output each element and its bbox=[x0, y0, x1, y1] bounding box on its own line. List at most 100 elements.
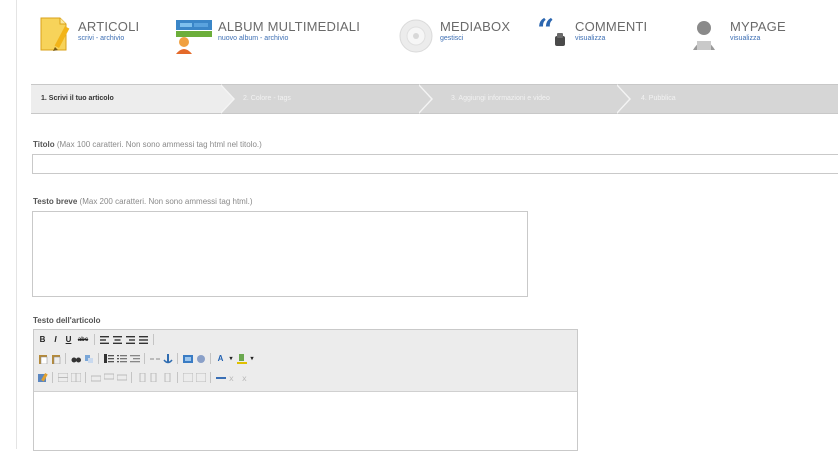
nav-album-title[interactable]: ALBUM MULTIMEDIALI bbox=[218, 20, 360, 34]
table-button[interactable] bbox=[57, 372, 68, 383]
link-button[interactable] bbox=[149, 353, 160, 364]
align-center-button[interactable] bbox=[112, 334, 123, 345]
media-icon bbox=[196, 354, 205, 363]
step-4[interactable]: 4. Pubblica bbox=[641, 85, 761, 113]
align-left-icon bbox=[100, 335, 109, 344]
media-button[interactable] bbox=[195, 353, 206, 364]
titolo-label: Titolo (Max 100 caratteri. Non sono amme… bbox=[33, 140, 262, 149]
replace-button[interactable] bbox=[83, 353, 94, 364]
delete-col-icon bbox=[164, 373, 170, 382]
font-color-button[interactable]: A bbox=[215, 353, 226, 364]
font-color-dropdown[interactable]: ▾ bbox=[228, 353, 234, 364]
row-before-button[interactable] bbox=[90, 372, 101, 383]
font-color-icon: A bbox=[217, 354, 224, 363]
step-separator-fill bbox=[419, 86, 431, 112]
align-left-button[interactable] bbox=[99, 334, 110, 345]
nav-mediabox-sub[interactable]: gestisci bbox=[440, 34, 510, 43]
col-before-icon bbox=[139, 373, 145, 382]
subscript-button[interactable]: x bbox=[228, 372, 239, 383]
testo-articolo-label: Testo dell'articolo bbox=[33, 316, 101, 325]
toolbar-row-1: B I U abc bbox=[34, 330, 577, 349]
italic-icon: I bbox=[54, 335, 57, 344]
toolbar-separator bbox=[98, 353, 99, 364]
step-2[interactable]: 2. Colore - tags bbox=[243, 85, 413, 113]
find-button[interactable] bbox=[70, 353, 81, 364]
edit-html-button[interactable] bbox=[37, 372, 48, 383]
document-pencil-icon bbox=[38, 14, 74, 54]
nav-album-multimediali[interactable]: ALBUM MULTIMEDIALI nuovo album - archivi… bbox=[172, 14, 360, 58]
highlight-color-dropdown[interactable]: ▾ bbox=[249, 353, 255, 364]
align-right-button[interactable] bbox=[125, 334, 136, 345]
nav-album-sub[interactable]: nuovo album - archivio bbox=[218, 34, 360, 43]
step-separator-fill bbox=[221, 86, 233, 112]
delete-col-button[interactable] bbox=[162, 372, 173, 383]
toolbar-separator bbox=[52, 372, 53, 383]
toolbar-row-3: x x bbox=[34, 368, 577, 387]
toolbar-separator bbox=[85, 372, 86, 383]
step-1[interactable]: 1. Scrivi il tuo articolo bbox=[31, 85, 221, 113]
paste-button[interactable] bbox=[37, 353, 48, 364]
toolbar-separator bbox=[177, 372, 178, 383]
delete-row-button[interactable] bbox=[116, 372, 127, 383]
nav-mypage[interactable]: MYPAGE visualizza bbox=[690, 14, 786, 58]
editor-toolbar: B I U abc A ▾ ▾ x x bbox=[34, 330, 577, 392]
testo-breve-hint: (Max 200 caratteri. Non sono ammessi tag… bbox=[77, 197, 253, 206]
unordered-list-icon bbox=[103, 354, 114, 363]
toolbar-separator bbox=[144, 353, 145, 364]
user-icon bbox=[690, 14, 726, 54]
nav-mediabox-title[interactable]: MEDIABOX bbox=[440, 20, 510, 34]
image-button[interactable] bbox=[182, 353, 193, 364]
anchor-icon bbox=[162, 353, 173, 363]
italic-button[interactable]: I bbox=[50, 334, 61, 345]
bold-button[interactable]: B bbox=[37, 334, 48, 345]
testo-breve-label-strong: Testo breve bbox=[33, 197, 78, 206]
binoculars-icon bbox=[71, 357, 81, 362]
split-cells-icon bbox=[182, 373, 193, 382]
nav-commenti-title[interactable]: COMMENTI bbox=[575, 20, 647, 34]
col-before-button[interactable] bbox=[136, 372, 147, 383]
titolo-hint: (Max 100 caratteri. Non sono ammessi tag… bbox=[54, 140, 262, 149]
nav-commenti[interactable]: “ COMMENTI visualizza bbox=[535, 13, 647, 58]
row-after-button[interactable] bbox=[103, 372, 114, 383]
underline-button[interactable]: U bbox=[63, 334, 74, 345]
wizard-steps: 1. Scrivi il tuo articolo 2. Colore - ta… bbox=[31, 84, 838, 114]
toolbar-separator bbox=[94, 334, 95, 345]
nav-mypage-sub[interactable]: visualizza bbox=[730, 34, 786, 43]
merge-cells-button[interactable] bbox=[195, 372, 206, 383]
paste-text-button[interactable] bbox=[50, 353, 61, 364]
toolbar-separator bbox=[210, 372, 211, 383]
strikethrough-button[interactable]: abc bbox=[76, 334, 90, 345]
bold-icon: B bbox=[39, 335, 46, 344]
superscript-button[interactable]: x bbox=[241, 372, 252, 383]
toolbar-separator bbox=[131, 372, 132, 383]
nav-articoli[interactable]: ARTICOLI scrivi - archivio bbox=[38, 14, 139, 58]
table-props-button[interactable] bbox=[70, 372, 81, 383]
horizontal-rule-button[interactable] bbox=[215, 372, 226, 383]
align-justify-button[interactable] bbox=[138, 334, 149, 345]
top-navigation: ARTICOLI scrivi - archivio ALBUM MULTIME… bbox=[0, 0, 838, 74]
col-after-button[interactable] bbox=[149, 372, 160, 383]
unordered-list-button[interactable] bbox=[103, 353, 114, 364]
testo-breve-textarea[interactable] bbox=[32, 211, 528, 297]
nav-commenti-sub[interactable]: visualizza bbox=[575, 34, 647, 43]
paste-text-icon bbox=[51, 354, 60, 364]
highlight-color-button[interactable] bbox=[236, 353, 247, 364]
editor-content-area[interactable] bbox=[34, 392, 577, 450]
ordered-list-button[interactable] bbox=[116, 353, 127, 364]
quote-comment-icon: “ bbox=[535, 13, 571, 54]
anchor-button[interactable] bbox=[162, 353, 173, 364]
nav-mediabox[interactable]: MEDIABOX gestisci bbox=[394, 14, 510, 58]
ordered-list-icon bbox=[116, 355, 127, 363]
nav-mypage-title[interactable]: MYPAGE bbox=[730, 20, 786, 34]
toolbar-separator bbox=[210, 353, 211, 364]
split-cells-button[interactable] bbox=[182, 372, 193, 383]
nav-articoli-title[interactable]: ARTICOLI bbox=[78, 20, 139, 34]
testo-articolo-label-strong: Testo dell'articolo bbox=[33, 316, 101, 325]
titolo-input[interactable] bbox=[32, 154, 838, 174]
nav-articoli-sub[interactable]: scrivi - archivio bbox=[78, 34, 139, 43]
strikethrough-icon: abc bbox=[77, 336, 89, 343]
outdent-button[interactable] bbox=[129, 353, 140, 364]
svg-text:x: x bbox=[242, 374, 247, 382]
replace-icon bbox=[84, 354, 93, 363]
step-3[interactable]: 3. Aggiungi informazioni e video bbox=[451, 85, 611, 113]
